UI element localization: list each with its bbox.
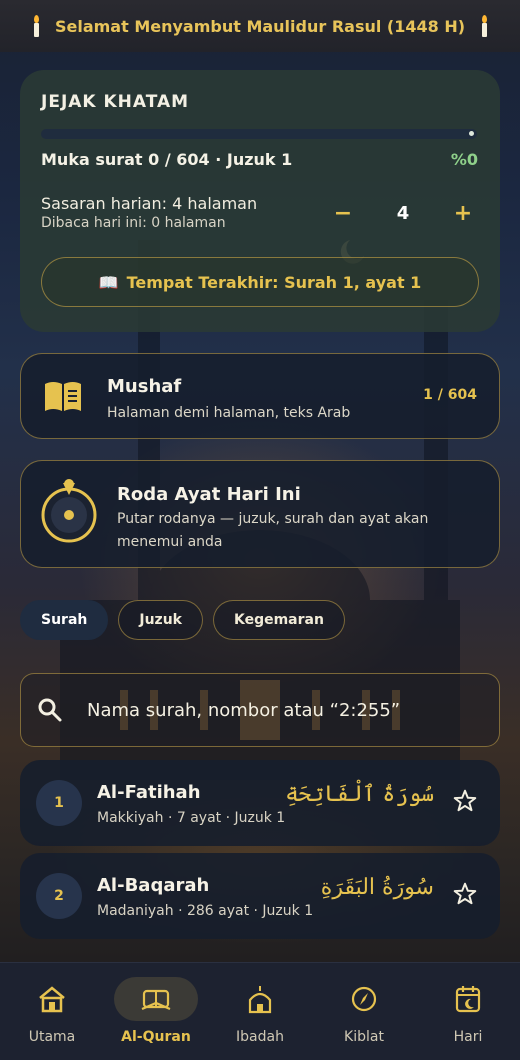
candle-icon [479, 15, 489, 37]
nav-kiblat[interactable]: Kiblat [312, 963, 416, 1060]
mushaf-card[interactable]: Mushaf Halaman demi halaman, teks Arab 1… [20, 353, 500, 439]
khatam-progress-bar [41, 129, 477, 139]
nav-label: Al-Quran [121, 1029, 191, 1045]
quran-icon [114, 977, 198, 1021]
favorite-star-icon[interactable] [452, 881, 478, 911]
search-bar [20, 673, 500, 747]
surah-number: 2 [36, 873, 82, 919]
nav-label: Ibadah [236, 1029, 284, 1045]
wheel-icon [39, 479, 99, 549]
nav-label: Kiblat [344, 1029, 384, 1045]
tab-juzuk[interactable]: Juzuk [118, 600, 203, 640]
surah-arabic-name: سُورَةُ ٱلْفَاتِحَةِ [285, 782, 434, 807]
surah-meta: Madaniyah · 286 ayat · Juzuk 1 [97, 903, 314, 919]
last-place-label: Tempat Terakhir: Surah 1, ayat 1 [126, 272, 422, 292]
list-tabs: Surah Juzuk Kegemaran [20, 600, 345, 640]
candle-icon [31, 15, 41, 37]
progress-indicator [469, 131, 474, 136]
surah-number: 1 [36, 780, 82, 826]
surah-arabic-name: سُورَةُ البَقَرَةِ [320, 875, 434, 900]
mosque-icon [218, 977, 302, 1021]
mushaf-title: Mushaf [107, 376, 182, 397]
daily-target-stepper: − 4 + [328, 198, 478, 228]
calendar-icon [426, 977, 510, 1021]
mushaf-page-count: 1 / 604 [423, 387, 477, 403]
search-input[interactable] [87, 699, 487, 721]
page-progress-text: Muka surat 0 / 604 · Juzuk 1 [41, 150, 293, 169]
mushaf-subtitle: Halaman demi halaman, teks Arab [107, 405, 351, 421]
nav-hari[interactable]: Hari [416, 963, 520, 1060]
surah-name: Al-Baqarah [97, 875, 210, 896]
tab-surah[interactable]: Surah [20, 600, 109, 640]
book-icon [43, 379, 83, 417]
decrease-target-button[interactable]: − [328, 201, 358, 226]
surah-list-item[interactable]: 1 Al-Fatihah Makkiyah · 7 ayat · Juzuk 1… [20, 760, 500, 846]
roda-ayat-card[interactable]: Roda Ayat Hari Ini Putar rodanya — juzuk… [20, 460, 500, 568]
last-place-button[interactable]: 📖 Tempat Terakhir: Surah 1, ayat 1 [41, 257, 479, 307]
roda-title: Roda Ayat Hari Ini [117, 484, 301, 505]
khatam-card: JEJAK KHATAM Muka surat 0 / 604 · Juzuk … [20, 70, 500, 332]
nav-label: Utama [28, 1029, 76, 1045]
read-today-text: Dibaca hari ini: 0 halaman [41, 215, 226, 231]
surah-name: Al-Fatihah [97, 782, 201, 803]
surah-meta: Makkiyah · 7 ayat · Juzuk 1 [97, 810, 286, 826]
target-value: 4 [396, 202, 410, 224]
nav-ibadah[interactable]: Ibadah [208, 963, 312, 1060]
nav-label: Hari [453, 1029, 483, 1045]
progress-percent: %0 [450, 150, 478, 169]
open-book-icon: 📖 [98, 272, 119, 292]
nav-utama[interactable]: Utama [0, 963, 104, 1060]
bottom-navigation: Utama Al-Quran Ibadah Kiblat Hari [0, 962, 520, 1060]
tab-kegemaran[interactable]: Kegemaran [212, 600, 345, 640]
favorite-star-icon[interactable] [452, 788, 478, 818]
compass-icon [322, 977, 406, 1021]
daily-target-text: Sasaran harian: 4 halaman [41, 194, 258, 213]
maulid-banner: Selamat Menyambut Maulidur Rasul (1448 H… [0, 0, 520, 52]
nav-al-quran[interactable]: Al-Quran [104, 963, 208, 1060]
khatam-title: JEJAK KHATAM [41, 92, 190, 112]
search-icon [37, 697, 77, 723]
surah-list-item[interactable]: 2 Al-Baqarah Madaniyah · 286 ayat · Juzu… [20, 853, 500, 939]
roda-subtitle: Putar rodanya — juzuk, surah dan ayat ak… [117, 511, 429, 550]
increase-target-button[interactable]: + [448, 201, 478, 226]
home-icon [10, 977, 94, 1021]
banner-text: Selamat Menyambut Maulidur Rasul (1448 H… [54, 16, 466, 36]
